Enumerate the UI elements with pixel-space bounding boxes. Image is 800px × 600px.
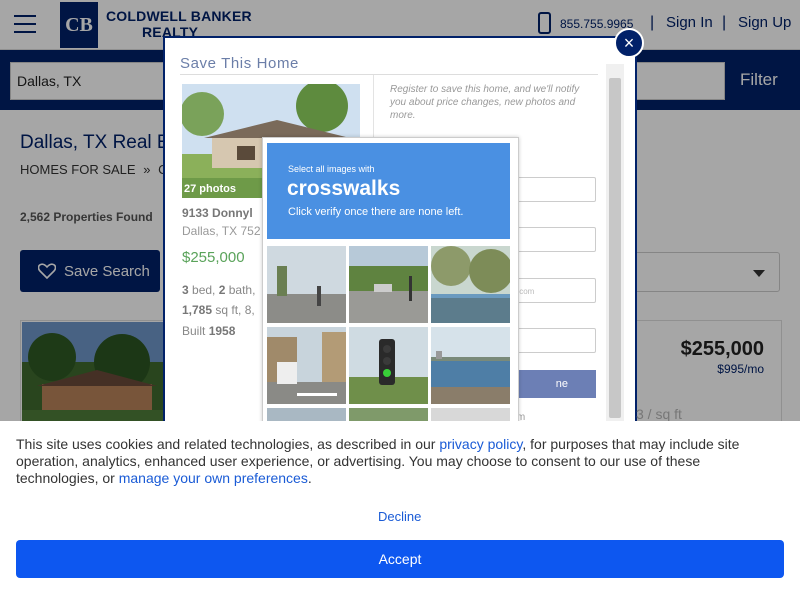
cookie-text-part: This site uses cookies and related techn… [16,436,440,452]
baths-label: bath, [225,283,256,297]
built-year: 1958 [208,324,236,338]
captcha-tile[interactable] [431,327,510,404]
register-note: Register to save this home, and we'll no… [390,84,580,121]
modal-title-divider [180,74,598,75]
home-sqft: 1,785 sq ft, 8, [182,303,255,317]
home-address: 9133 Donnyl [182,206,253,220]
cookie-text-part: . [307,470,312,486]
modal-scrollbar-thumb[interactable] [609,78,621,418]
captcha-subtitle: Select all images with [288,164,375,174]
captcha-tile[interactable] [349,327,428,404]
captcha-tile[interactable] [431,246,510,323]
built-label: Built [182,324,209,338]
captcha-tile[interactable] [267,327,346,404]
home-beds-baths: 3 bed, 2 bath, [182,283,255,297]
captcha-keyword: crosswalks [287,177,401,200]
beds-label: bed, [188,283,219,297]
accept-button[interactable]: Accept [16,540,784,578]
captcha-instruction: Click verify once there are none left. [288,206,464,218]
home-city: Dallas, TX 752 [182,224,261,238]
home-year-built: Built 1958 [182,324,235,338]
beds-count: 3 [182,283,189,297]
decline-button[interactable]: Decline [378,509,421,524]
close-icon[interactable]: × [614,28,644,58]
listing-price-per-sqft: 3 / sq ft [636,406,682,422]
home-price: $255,000 [182,249,245,266]
cookie-consent-text: This site uses cookies and related techn… [16,436,786,487]
captcha-tile[interactable] [267,246,346,323]
captcha-tile[interactable] [349,246,428,323]
modal-title: Save This Home [180,55,300,72]
photo-count-badge[interactable]: 27 photos [184,183,236,195]
manage-preferences-link[interactable]: manage your own preferences [119,470,308,486]
sqft-label: sq ft, 8, [212,303,255,317]
sqft-value: 1,785 [182,303,213,317]
privacy-policy-link[interactable]: privacy policy [439,436,522,452]
